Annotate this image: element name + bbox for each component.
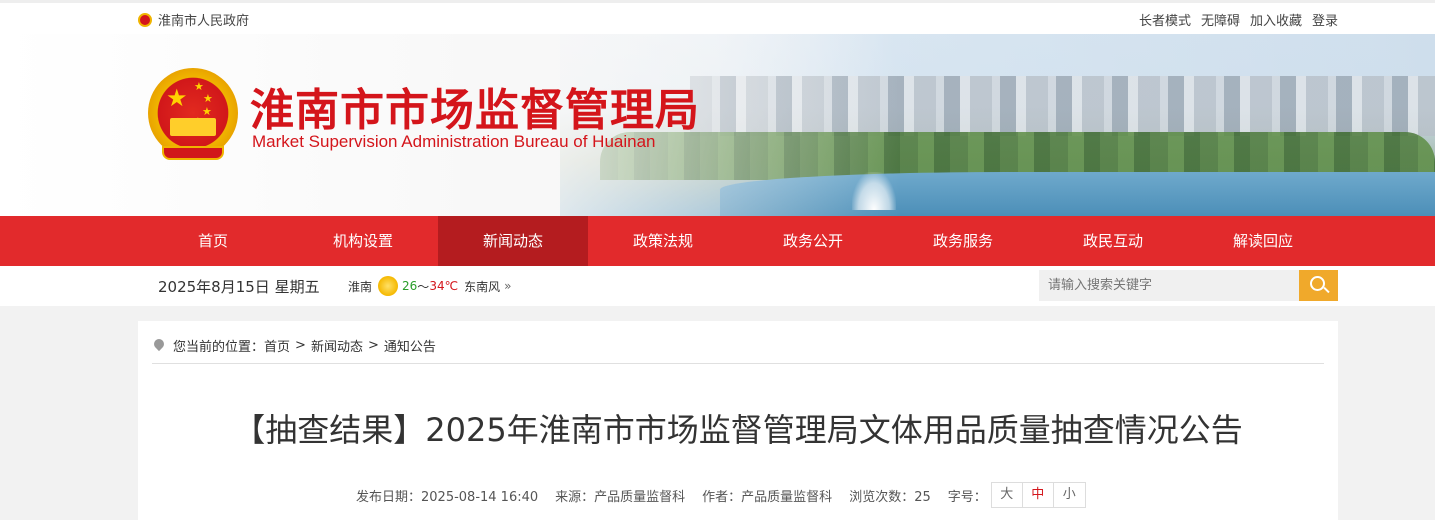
nav-item-home[interactable]: 首页 xyxy=(138,216,288,266)
search-icon xyxy=(1310,276,1325,291)
article-author: 作者：产品质量监督科 xyxy=(702,489,833,505)
wind-direction: 东南风 xyxy=(464,279,501,294)
search-input[interactable] xyxy=(1039,270,1299,301)
nav-item-policy[interactable]: 政策法规 xyxy=(588,216,738,266)
nav-item-services[interactable]: 政务服务 xyxy=(888,216,1038,266)
nav-item-interpretation[interactable]: 解读回应 xyxy=(1188,216,1338,266)
breadcrumb-divider xyxy=(152,363,1324,364)
breadcrumb-separator: > xyxy=(295,338,306,353)
national-emblem-icon xyxy=(138,12,152,27)
publish-date: 发布日期：2025-08-14 16:40 xyxy=(356,489,539,505)
main-nav: 首页 机构设置 新闻动态 政策法规 政务公开 政务服务 政民互动 解读回应 xyxy=(0,216,1435,266)
article-title: 【抽查结果】2025年淮南市市场监督管理局文体用品质量抽查情况公告 xyxy=(233,411,1243,449)
national-emblem-logo: ★ ★ ★ ★ ★ xyxy=(148,68,238,164)
login-link[interactable]: 登录 xyxy=(1312,10,1338,29)
breadcrumb-prefix: 您当前的位置： xyxy=(173,340,265,355)
gov-link[interactable]: 淮南市人民政府 xyxy=(138,10,249,29)
temp-separator: ～ xyxy=(417,279,430,294)
add-favorite-link[interactable]: 加入收藏 xyxy=(1250,10,1302,29)
top-bar: 淮南市人民政府 长者模式 无障碍 加入收藏 登录 xyxy=(0,0,1435,34)
search-button[interactable] xyxy=(1299,270,1338,301)
nav-item-news[interactable]: 新闻动态 xyxy=(438,216,588,266)
font-size-label: 字号： xyxy=(947,489,987,505)
site-title-english: Market Supervision Administration Bureau… xyxy=(252,132,656,151)
font-size-large-button[interactable]: 大 xyxy=(992,483,1023,507)
current-date: 2025年8月15日 星期五 xyxy=(158,278,320,296)
font-size-medium-button[interactable]: 中 xyxy=(1023,483,1054,507)
nav-item-interaction[interactable]: 政民互动 xyxy=(1038,216,1188,266)
weather-city: 淮南 xyxy=(348,279,373,294)
breadcrumb-separator: > xyxy=(367,338,379,353)
nav-item-public-affairs[interactable]: 政务公开 xyxy=(738,216,888,266)
location-pin-icon xyxy=(154,339,164,353)
temp-low: 26 xyxy=(402,279,418,293)
top-links: 长者模式 无障碍 加入收藏 登录 xyxy=(1139,10,1338,29)
gov-link-label: 淮南市人民政府 xyxy=(158,14,250,29)
breadcrumb-news[interactable]: 新闻动态 xyxy=(311,336,363,355)
site-title[interactable]: 淮南市市场监督管理局 xyxy=(250,74,700,138)
font-size-switcher: 大 中 小 xyxy=(990,482,1086,508)
weather-more-icon[interactable]: » xyxy=(504,279,511,293)
breadcrumb-notices[interactable]: 通知公告 xyxy=(384,336,436,355)
article-source: 来源：产品质量监督科 xyxy=(555,489,686,505)
article-meta: 发布日期：2025-08-14 16:40 来源：产品质量监督科 作者：产品质量… xyxy=(356,482,1086,508)
weather-widget[interactable]: 淮南 26 ～ 34℃ 东南风 » xyxy=(348,276,511,296)
breadcrumb: 您当前的位置： 首页 > 新闻动态 > 通知公告 xyxy=(154,336,436,355)
temp-high: 34℃ xyxy=(429,279,459,293)
elder-mode-link[interactable]: 长者模式 xyxy=(1139,10,1191,29)
article-container: 您当前的位置： 首页 > 新闻动态 > 通知公告 【抽查结果】2025年淮南市市… xyxy=(138,321,1338,520)
sun-icon xyxy=(378,276,399,296)
view-count: 浏览次数：25 xyxy=(849,489,931,505)
font-size-small-button[interactable]: 小 xyxy=(1054,483,1085,507)
breadcrumb-home[interactable]: 首页 xyxy=(264,336,290,355)
nav-item-organization[interactable]: 机构设置 xyxy=(288,216,438,266)
accessibility-link[interactable]: 无障碍 xyxy=(1201,10,1240,29)
